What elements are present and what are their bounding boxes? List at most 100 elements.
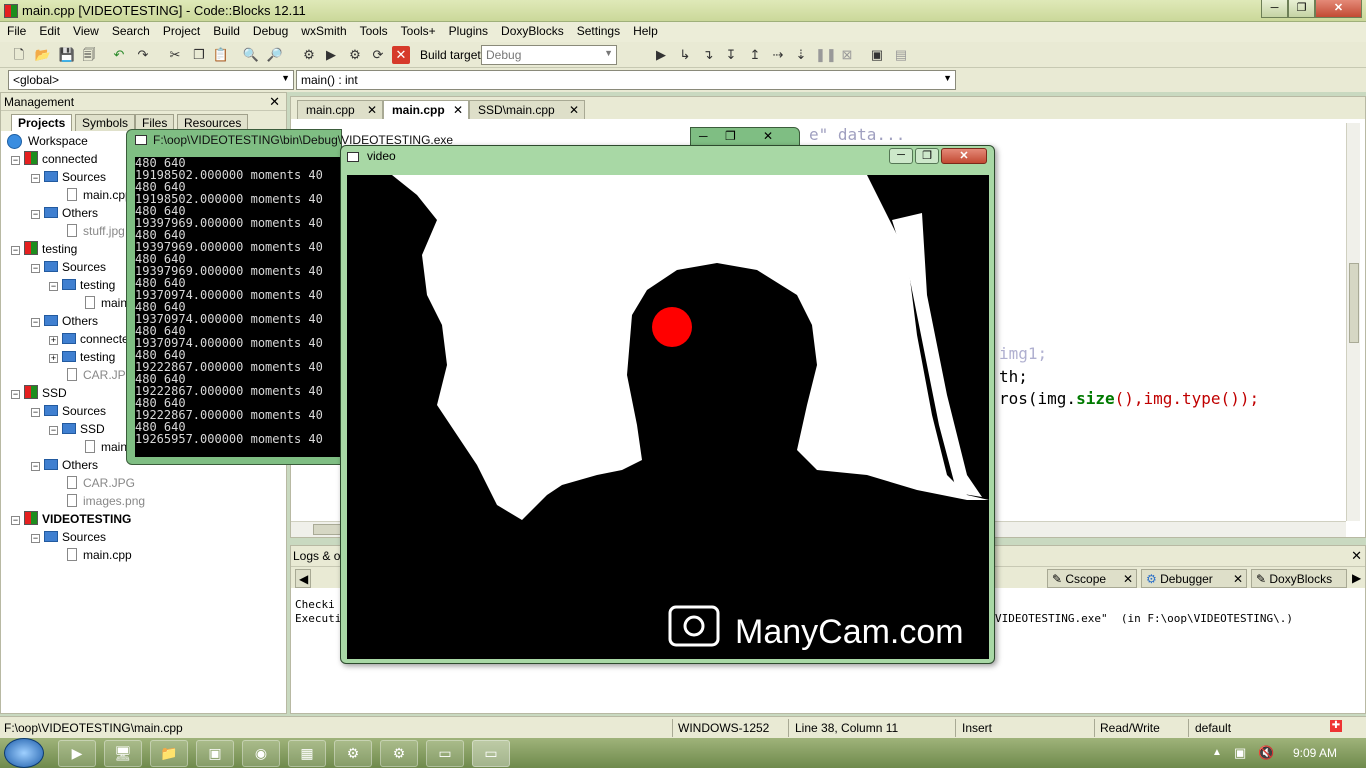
- step-into-icon[interactable]: ↧: [722, 46, 740, 64]
- cut-icon[interactable]: ✂: [166, 46, 184, 64]
- undo-icon[interactable]: ↶: [110, 46, 128, 64]
- collapse-icon[interactable]: −: [11, 156, 20, 165]
- tree-item[interactable]: − Others: [31, 456, 98, 474]
- video-minimize-button[interactable]: ─: [889, 148, 913, 164]
- tree-item[interactable]: − Sources: [31, 402, 106, 420]
- tree-item[interactable]: − SSD: [11, 384, 67, 402]
- menu-view[interactable]: View: [66, 22, 105, 38]
- step-instruction-icon[interactable]: ⇣: [792, 46, 810, 64]
- collapse-icon[interactable]: −: [31, 210, 40, 219]
- tree-item[interactable]: CAR.JPG: [67, 474, 135, 492]
- run-to-cursor-icon[interactable]: ↳: [676, 46, 694, 64]
- tree-item[interactable]: main.cpp: [67, 546, 132, 564]
- paste-icon[interactable]: 📋: [212, 46, 230, 64]
- menu-build[interactable]: Build: [206, 22, 246, 38]
- collapse-icon[interactable]: −: [49, 426, 58, 435]
- collapse-icon[interactable]: −: [31, 318, 40, 327]
- open-file-icon[interactable]: 📂: [34, 46, 52, 64]
- tab-projects[interactable]: Projects: [11, 114, 73, 131]
- tray-expand-icon[interactable]: ▲: [1212, 747, 1222, 758]
- app-icon[interactable]: ⚙: [380, 740, 418, 767]
- info-icon[interactable]: ▤: [892, 46, 910, 64]
- collapse-icon[interactable]: −: [31, 264, 40, 273]
- tree-item[interactable]: − SSD: [49, 420, 105, 438]
- minimize-button[interactable]: ─: [1261, 0, 1288, 18]
- build-gear-icon[interactable]: ⚙: [300, 46, 318, 64]
- run-icon[interactable]: ▶: [322, 46, 340, 64]
- management-close-icon[interactable]: ✕: [269, 94, 280, 110]
- tree-item[interactable]: images.png: [67, 492, 145, 510]
- console-minimize-button[interactable]: ─: [699, 129, 708, 143]
- chrome-icon[interactable]: ◉: [242, 740, 280, 767]
- function-select[interactable]: main() : int ▼: [296, 70, 956, 90]
- tab-debugger[interactable]: ⚙ Debugger ✕: [1141, 569, 1247, 588]
- collapse-icon[interactable]: −: [31, 462, 40, 471]
- clock[interactable]: 9:09 AM: [1293, 746, 1337, 760]
- tab-symbols[interactable]: Symbols: [75, 114, 136, 131]
- scope-select[interactable]: <global> ▼: [8, 70, 294, 90]
- close-icon[interactable]: ✕: [367, 103, 377, 117]
- explorer-icon[interactable]: 📁: [150, 740, 188, 767]
- menu-debug[interactable]: Debug: [246, 22, 294, 38]
- tree-item[interactable]: stuff.jpg: [67, 222, 125, 240]
- scroll-right-icon[interactable]: ▶: [1352, 571, 1361, 585]
- menu-doxyblocks[interactable]: DoxyBlocks: [494, 22, 570, 38]
- console-close-button[interactable]: ✕: [763, 129, 773, 143]
- tab-main-cpp-active[interactable]: main.cpp ✕: [383, 100, 469, 119]
- save-icon[interactable]: 💾: [58, 46, 76, 64]
- tree-item[interactable]: − Sources: [31, 528, 106, 546]
- redo-icon[interactable]: ↷: [134, 46, 152, 64]
- build-target-select[interactable]: Debug ▼: [481, 45, 617, 65]
- close-icon[interactable]: ✕: [453, 103, 463, 117]
- tree-item[interactable]: − Sources: [31, 168, 106, 186]
- maximize-button[interactable]: ❐: [1288, 0, 1315, 18]
- next-instruction-icon[interactable]: ⇢: [769, 46, 787, 64]
- close-icon[interactable]: ✕: [569, 103, 579, 117]
- collapse-icon[interactable]: −: [11, 246, 20, 255]
- codeblocks-icon[interactable]: ▦: [288, 740, 326, 767]
- tree-item[interactable]: − connected: [11, 150, 97, 168]
- tree-item[interactable]: − testing: [49, 276, 115, 294]
- build-run-icon[interactable]: ⚙: [346, 46, 364, 64]
- tree-item[interactable]: − Others: [31, 312, 98, 330]
- scroll-left-icon[interactable]: ◀: [295, 569, 311, 588]
- menu-wxsmith[interactable]: wxSmith: [294, 22, 352, 38]
- copy-icon[interactable]: ❐: [190, 46, 208, 64]
- media-player-icon[interactable]: ▶: [58, 740, 96, 767]
- menu-search[interactable]: Search: [105, 22, 156, 38]
- next-line-icon[interactable]: ↴: [699, 46, 717, 64]
- expand-icon[interactable]: +: [49, 354, 58, 363]
- tree-item[interactable]: CAR.JPG: [67, 366, 135, 384]
- collapse-icon[interactable]: −: [49, 282, 58, 291]
- close-icon[interactable]: ✕: [1123, 572, 1133, 586]
- video-window[interactable]: video ─ ❐ ✕ ManyCam.com: [340, 145, 995, 664]
- tab-main-cpp-connected[interactable]: main.cpp ✕: [297, 100, 383, 119]
- replace-icon[interactable]: 🔎: [266, 46, 284, 64]
- menu-settings[interactable]: Settings: [570, 22, 626, 38]
- console-window[interactable]: F:\oop\VIDEOTESTING\bin\Debug\VIDEOTESTI…: [126, 129, 453, 465]
- tree-item[interactable]: − VIDEOTESTING: [11, 510, 131, 528]
- tree-item[interactable]: main.cpp: [67, 186, 132, 204]
- tree-item[interactable]: + testing: [49, 348, 115, 366]
- scrollbar-thumb[interactable]: [1349, 263, 1359, 343]
- find-icon[interactable]: 🔍: [242, 46, 260, 64]
- tab-cscope[interactable]: ✎ Cscope ✕: [1047, 569, 1137, 588]
- menu-help[interactable]: Help: [626, 22, 664, 38]
- tab-ssd-main-cpp[interactable]: SSD\main.cpp ✕: [469, 100, 585, 119]
- expand-icon[interactable]: +: [49, 336, 58, 345]
- console-maximize-button[interactable]: ❐: [725, 129, 736, 143]
- tree-item[interactable]: − Sources: [31, 258, 106, 276]
- menu-tools-plus[interactable]: Tools+: [394, 22, 442, 38]
- tree-item[interactable]: Workspace: [7, 132, 88, 150]
- pause-icon[interactable]: ❚❚: [815, 46, 837, 64]
- tab-doxyblocks[interactable]: ✎ DoxyBlocks: [1251, 569, 1347, 588]
- tree-item[interactable]: − Others: [31, 204, 98, 222]
- debug-windows-icon[interactable]: ▣: [868, 46, 886, 64]
- start-button[interactable]: [4, 738, 44, 768]
- menu-project[interactable]: Project: [156, 22, 206, 38]
- new-file-icon[interactable]: 🗋: [10, 46, 28, 64]
- video-close-button[interactable]: ✕: [941, 148, 987, 164]
- menu-edit[interactable]: Edit: [32, 22, 66, 38]
- collapse-icon[interactable]: −: [11, 390, 20, 399]
- volume-muted-icon[interactable]: 🔇: [1258, 745, 1274, 761]
